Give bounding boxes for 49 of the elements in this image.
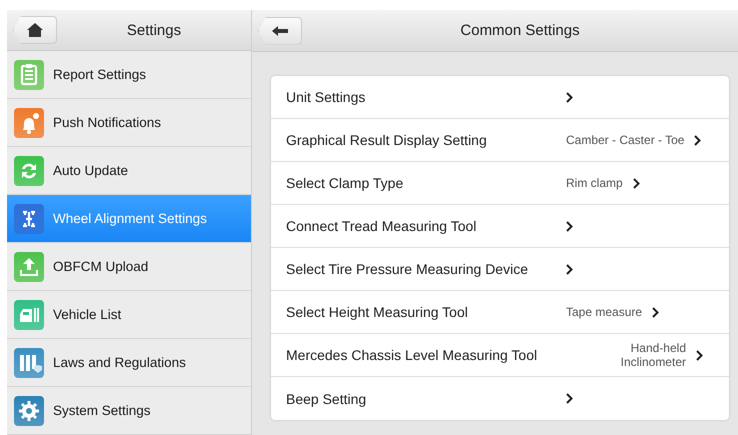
panel-title: Settings [126, 22, 182, 38]
home-button[interactable] [13, 16, 57, 44]
chevron-right-icon [566, 393, 573, 404]
sidebar-item[interactable]: Auto Update [7, 147, 251, 195]
row-value: Camber - Caster - Toe [566, 133, 684, 147]
menu-icon [14, 60, 44, 90]
menu-icon [14, 396, 44, 426]
row-value: Tape measure [566, 305, 642, 319]
row-value: Rim clamp [566, 176, 623, 190]
chevron-right-icon [632, 178, 640, 188]
chevron-right-icon [652, 306, 660, 318]
row-label: Select Tire Pressure Measuring Device [286, 262, 529, 276]
row-label: Graphical Result Display Setting [286, 133, 488, 147]
row-label: Select Height Measuring Tool [286, 305, 469, 319]
sidebar-item[interactable]: Laws and Regulations [7, 339, 251, 387]
sidebar-item[interactable]: System Settings [7, 387, 251, 435]
row-label: Beep Setting [286, 392, 368, 406]
menu-icon [14, 204, 44, 234]
chevron-right-icon [566, 264, 573, 274]
row-value: Hand-held Inclinometer [620, 341, 686, 369]
settings-row[interactable]: Graphical Result Display Setting Camber - Caster - Toe [271, 119, 729, 162]
chevron-right-icon [694, 134, 702, 146]
sidebar-item[interactable]: Vehicle List [7, 291, 251, 339]
sidebar-item[interactable]: OBFCM Upload [7, 243, 251, 291]
settings-row[interactable]: Mercedes Chassis Level Measuring Tool Hand-held Inclinometer [271, 334, 729, 377]
settings-row[interactable]: Select Tire Pressure Measuring Device [271, 248, 729, 291]
settings-row[interactable]: Unit Settings [271, 76, 729, 119]
menu-icon [14, 156, 44, 186]
chevron-right-icon [566, 220, 573, 232]
house-icon [26, 22, 44, 38]
chevron-right-icon [696, 350, 703, 360]
sidebar-item[interactable]: Push Notifications [7, 99, 251, 147]
page-title: Common Settings [459, 22, 581, 39]
row-label: Mercedes Chassis Level Measuring Tool [286, 348, 538, 362]
row-label: Unit Settings [286, 90, 366, 104]
settings-row[interactable]: Select Height Measuring Tool Tape measure [271, 291, 729, 334]
menu-icon [14, 108, 44, 138]
menu-icon [14, 300, 44, 330]
back-arrow-icon [272, 26, 288, 36]
menu-icon [14, 348, 44, 378]
row-label: Select Clamp Type [286, 176, 404, 190]
settings-row[interactable]: Select Clamp Type Rim clamp [271, 162, 729, 205]
back-button[interactable] [258, 16, 302, 44]
settings-row[interactable]: Beep Setting [271, 377, 729, 420]
chevron-right-icon [566, 92, 573, 102]
sidebar-item[interactable]: Report Settings [7, 51, 251, 99]
row-label: Connect Tread Measuring Tool [286, 219, 478, 233]
settings-row[interactable]: Connect Tread Measuring Tool [271, 205, 729, 248]
menu-icon [14, 252, 44, 282]
